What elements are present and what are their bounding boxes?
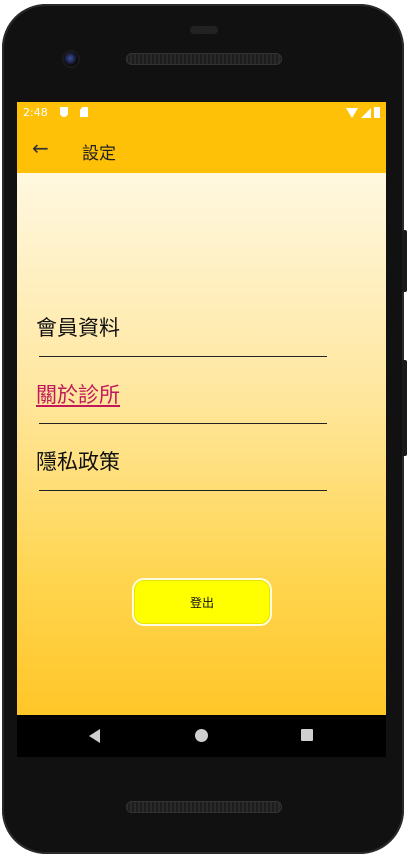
logout-button[interactable]: 登出 [134,580,270,624]
menu-item-privacy-policy[interactable]: 隱私政策 [36,446,120,476]
divider [39,356,327,357]
front-camera [64,52,78,66]
power-button [402,360,407,456]
page-title: 設定 [82,144,116,164]
shield-icon [60,107,68,117]
top-speaker [126,53,282,65]
divider [39,423,327,424]
home-circle-icon[interactable] [195,729,208,742]
menu-item-about-clinic[interactable]: 關於診所 [36,379,120,409]
battery-icon [374,107,380,118]
back-triangle-icon[interactable] [89,729,100,743]
settings-content: 會員資料 關於診所 隱私政策 登出 [17,173,386,715]
sd-card-icon [80,107,88,117]
wifi-icon [346,108,358,118]
arrow-left-icon[interactable]: ← [32,138,49,158]
signal-icon [361,108,371,118]
divider [39,490,327,491]
recents-square-icon[interactable] [301,729,313,741]
bottom-speaker [126,801,282,813]
status-right-icons [346,107,380,118]
top-notch [190,26,218,34]
status-time: 2:48 [23,106,48,119]
app-bar: ← 設定 [17,124,386,173]
volume-button [402,230,407,292]
app-screen: 2:48 ← 設定 會員資料 關於診所 隱私政策 登出 [17,102,386,715]
system-nav-bar [17,715,386,757]
status-bar: 2:48 [17,102,386,124]
menu-item-member-profile[interactable]: 會員資料 [36,312,120,342]
